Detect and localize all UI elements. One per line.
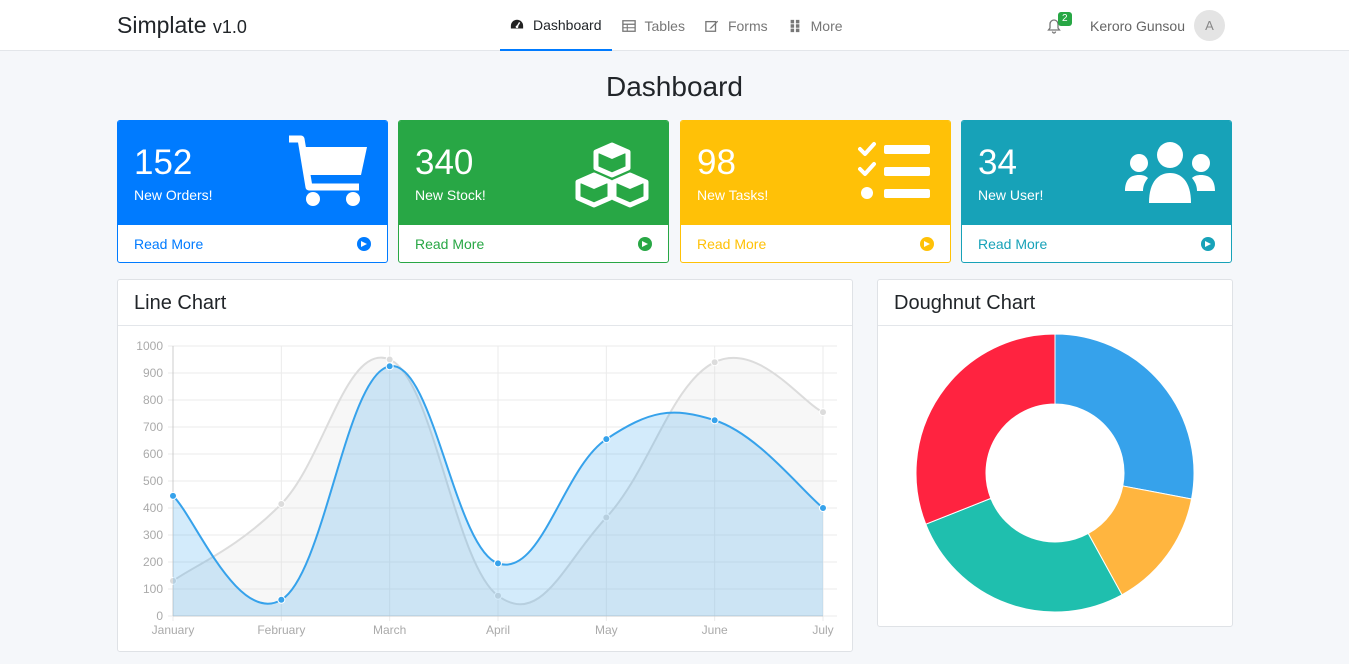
user-area: 2 Keroro Gunsou A bbox=[1046, 0, 1225, 51]
speedometer-icon bbox=[510, 19, 524, 28]
line-chart-panel: Line Chart 0 100 200 300 400 500 600 700 800 900 1… bbox=[117, 279, 853, 652]
x-tick-label: February bbox=[257, 623, 305, 637]
card-label: New Orders! bbox=[134, 187, 213, 203]
avatar[interactable]: A bbox=[1194, 10, 1225, 41]
main-nav: Dashboard Tables Forms More bbox=[500, 0, 853, 51]
read-more-label: Read More bbox=[697, 236, 767, 252]
doughnut-slice-1 bbox=[1054, 333, 1195, 500]
top-navbar: Simplate v1.0 Dashboard Tables Forms Mor… bbox=[0, 0, 1349, 51]
nav-dashboard-label: Dashboard bbox=[533, 16, 602, 33]
read-more-label: Read More bbox=[978, 236, 1048, 252]
users-icon bbox=[1125, 142, 1215, 203]
card-value: 98 bbox=[697, 143, 736, 182]
doughnut-chart-title: Doughnut Chart bbox=[878, 280, 1232, 326]
card-value: 34 bbox=[978, 143, 1017, 182]
arrow-circle-right-icon bbox=[920, 237, 934, 251]
x-tick-label: June bbox=[702, 623, 728, 637]
line-chart-title: Line Chart bbox=[118, 280, 852, 326]
data-point bbox=[819, 408, 827, 417]
brand-logo[interactable]: Simplate v1.0 bbox=[117, 12, 247, 39]
y-tick-label: 400 bbox=[143, 501, 163, 515]
x-tick-label: March bbox=[373, 623, 406, 637]
nav-forms[interactable]: Forms bbox=[695, 0, 778, 51]
nav-dashboard[interactable]: Dashboard bbox=[500, 0, 612, 51]
card-read-more-link[interactable]: Read More bbox=[118, 225, 387, 262]
card-read-more-link[interactable]: Read More bbox=[681, 225, 950, 262]
y-tick-label: 800 bbox=[143, 393, 163, 407]
data-point bbox=[602, 435, 611, 444]
data-point bbox=[385, 355, 394, 364]
brand-name: Simplate bbox=[117, 12, 207, 38]
nav-more[interactable]: More bbox=[778, 0, 853, 51]
y-tick-label: 900 bbox=[143, 366, 163, 380]
data-point bbox=[277, 499, 286, 508]
y-tick-label: 300 bbox=[143, 528, 163, 542]
card-header: 34 New User! bbox=[962, 121, 1231, 225]
y-tick-label: 200 bbox=[143, 555, 163, 569]
card-new-orders: 152 New Orders! Read More bbox=[117, 120, 388, 263]
data-point bbox=[710, 358, 719, 367]
data-point bbox=[819, 504, 827, 512]
card-header: 340 New Stock! bbox=[399, 121, 668, 225]
table-icon bbox=[621, 19, 636, 32]
y-tick-label: 0 bbox=[156, 609, 163, 623]
cubes-icon bbox=[575, 142, 649, 208]
x-tick-label: April bbox=[486, 623, 510, 637]
notification-count-badge: 2 bbox=[1058, 11, 1072, 26]
tasks-icon bbox=[858, 142, 930, 199]
card-new-user: 34 New User! Read More bbox=[961, 120, 1232, 263]
card-label: New Tasks! bbox=[697, 187, 769, 203]
card-header: 152 New Orders! bbox=[118, 121, 387, 225]
cart-icon bbox=[289, 135, 367, 206]
nav-forms-label: Forms bbox=[727, 17, 768, 34]
y-tick-label: 100 bbox=[143, 582, 163, 596]
card-value: 152 bbox=[134, 143, 193, 182]
card-label: New User! bbox=[978, 187, 1044, 203]
card-new-tasks: 98 New Tasks! Read More bbox=[680, 120, 951, 263]
arrow-circle-right-icon bbox=[1201, 237, 1215, 251]
x-tick-label: July bbox=[812, 623, 833, 637]
arrow-circle-right-icon bbox=[638, 237, 652, 251]
card-read-more-link[interactable]: Read More bbox=[399, 225, 668, 262]
data-point bbox=[385, 362, 394, 371]
nav-more-label: More bbox=[810, 17, 843, 34]
arrow-circle-right-icon bbox=[357, 237, 371, 251]
card-new-stock: 340 New Stock! Read More bbox=[398, 120, 669, 263]
y-tick-label: 1000 bbox=[136, 339, 163, 353]
page-title: Dashboard bbox=[606, 71, 743, 102]
x-tick-label: January bbox=[152, 623, 195, 637]
doughnut-chart-panel: Doughnut Chart bbox=[877, 279, 1233, 627]
card-read-more-link[interactable]: Read More bbox=[962, 225, 1231, 262]
card-label: New Stock! bbox=[415, 187, 486, 203]
read-more-label: Read More bbox=[134, 236, 204, 252]
y-tick-label: 700 bbox=[143, 420, 163, 434]
doughnut-slice-3 bbox=[925, 497, 1123, 613]
card-header: 98 New Tasks! bbox=[681, 121, 950, 225]
data-point bbox=[710, 416, 719, 425]
edit-icon bbox=[705, 20, 719, 32]
data-point bbox=[169, 491, 177, 500]
nav-tables-label: Tables bbox=[644, 17, 685, 34]
user-name[interactable]: Keroro Gunsou bbox=[1090, 18, 1185, 34]
card-value: 340 bbox=[415, 143, 474, 182]
read-more-label: Read More bbox=[415, 236, 485, 252]
notifications-button[interactable]: 2 bbox=[1046, 11, 1072, 34]
doughnut-slice-4 bbox=[915, 333, 1056, 525]
data-point bbox=[277, 595, 286, 604]
grid-dots-icon bbox=[790, 19, 800, 32]
brand-version: v1.0 bbox=[212, 17, 247, 37]
line-chart: 0 100 200 300 400 500 600 700 800 900 1000 January F… bbox=[136, 339, 837, 637]
x-tick-label: May bbox=[595, 623, 618, 637]
data-point bbox=[494, 559, 502, 568]
y-tick-label: 500 bbox=[143, 474, 163, 488]
nav-tables[interactable]: Tables bbox=[612, 0, 695, 51]
doughnut-chart bbox=[915, 333, 1195, 613]
y-tick-label: 600 bbox=[143, 447, 163, 461]
